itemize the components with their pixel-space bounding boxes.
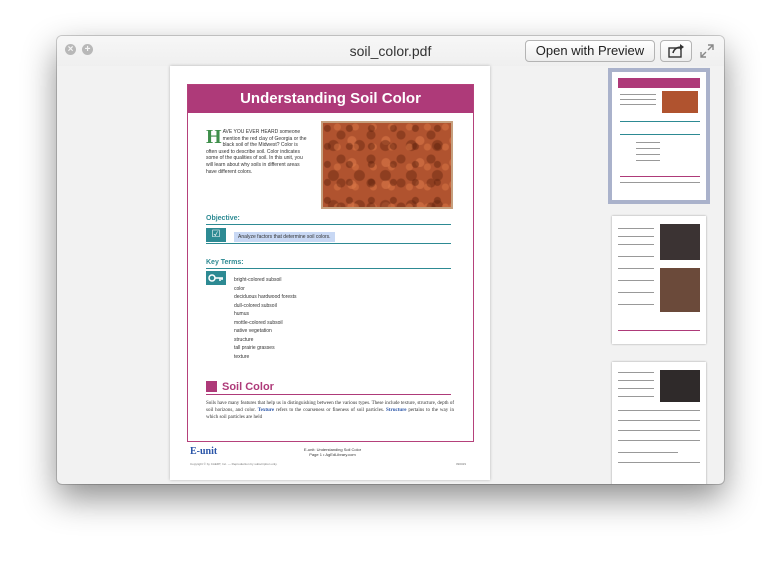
thumb-line <box>618 280 654 281</box>
objective-text-selected[interactable]: Analyze factors that determine soil colo… <box>234 232 335 242</box>
thumb-line <box>618 292 654 293</box>
thumb-line <box>618 268 654 269</box>
page-banner-title: Understanding Soil Color <box>188 85 473 113</box>
thumb-line <box>618 228 654 229</box>
key-term: texture <box>234 353 250 360</box>
objective-heading: Objective: <box>206 215 240 222</box>
page-thumbnail-2[interactable] <box>612 216 706 344</box>
footer-code: 090029 <box>456 462 467 466</box>
thumb-line <box>618 452 678 453</box>
thumb-line <box>636 154 660 155</box>
intro-paragraph: H AVE YOU EVER HEARD someone mention the … <box>206 126 310 175</box>
thumb-photo <box>662 91 698 113</box>
key-term: dull-colored subsoil <box>234 302 277 309</box>
soil-color-heading: Soil Color <box>206 381 274 393</box>
thumbnail-sidebar <box>604 66 714 484</box>
thumb-line <box>620 104 656 105</box>
key-terms-heading: Key Terms: <box>206 259 244 266</box>
objective-rule <box>206 224 451 225</box>
thumb-line <box>618 236 654 237</box>
key-icon <box>206 271 226 285</box>
key-shape <box>208 274 223 282</box>
thumb-line <box>620 94 656 95</box>
open-with-preview-button[interactable]: Open with Preview <box>525 40 655 62</box>
expand-icon[interactable] <box>699 43 715 59</box>
thumb-line <box>618 420 700 421</box>
thumb-line <box>620 182 700 183</box>
key-term: deciduous hardwood forests <box>234 294 297 300</box>
key-term: native vegetation <box>234 328 272 334</box>
thumb-rule <box>620 121 700 122</box>
thumb-line <box>618 372 654 373</box>
body-term-structure: Structure <box>386 408 407 413</box>
soil-color-heading-text: Soil Color <box>222 381 274 393</box>
thumb-line <box>618 256 654 257</box>
thumb-line <box>618 388 654 389</box>
page-thumbnail-1[interactable] <box>608 68 710 204</box>
key-term: tall prairie grasses <box>234 345 275 351</box>
key-terms-rule <box>206 268 451 269</box>
page-frame: Understanding Soil Color H AVE YOU EVER H… <box>187 84 474 442</box>
thumb-photo <box>660 224 700 260</box>
thumb-line <box>618 304 654 305</box>
heading-square <box>206 381 217 392</box>
body-term-texture: Texture <box>257 408 275 413</box>
title-bar: × + soil_color.pdf Open with Preview <box>57 36 724 66</box>
pdf-page-1[interactable]: Understanding Soil Color H AVE YOU EVER H… <box>170 66 490 480</box>
footer-line: Page 1 • AgEdLibrary.com <box>309 452 356 457</box>
thumb-line <box>618 410 700 411</box>
page-thumbnail-3[interactable] <box>612 362 706 484</box>
soil-color-rule <box>206 394 451 395</box>
objective-bottom-rule <box>206 243 451 244</box>
soil-photo <box>321 121 453 209</box>
thumb-rule <box>620 176 700 177</box>
drop-cap: H <box>206 126 222 148</box>
share-icon <box>668 44 684 58</box>
body-paragraph: Soils have many features that help us in… <box>206 400 454 421</box>
thumb-line <box>618 462 700 463</box>
thumb-line <box>618 380 654 381</box>
key-term: color <box>234 285 245 292</box>
thumb-rule <box>620 134 700 135</box>
thumb-banner <box>618 78 700 88</box>
thumb-line <box>636 160 660 161</box>
thumb-rule <box>618 330 700 331</box>
body-text: refers to the coarseness or fineness of … <box>276 408 385 413</box>
footer-copyright: Copyright © by CAERT, Inc. — Reproductio… <box>190 462 278 466</box>
key-term: humus <box>234 311 250 317</box>
window-title: soil_color.pdf <box>349 43 432 59</box>
share-button[interactable] <box>660 40 692 62</box>
zoom-button[interactable]: + <box>82 44 93 55</box>
thumb-line <box>620 99 656 100</box>
checkbox-icon: ☑ <box>206 228 226 242</box>
key-term: bright-colored subsoil <box>234 277 282 283</box>
thumb-line <box>636 142 660 143</box>
thumb-photo <box>660 268 700 312</box>
thumb-line <box>618 396 654 397</box>
quicklook-window: × + soil_color.pdf Open with Preview Und… <box>57 36 724 484</box>
thumb-line <box>618 430 700 431</box>
footer-info: E-unit: Understanding Soil Color Page 1 … <box>290 447 375 457</box>
close-button[interactable]: × <box>65 44 76 55</box>
key-term: mottle-colored subsoil <box>234 319 283 326</box>
footer-logo: E-unit <box>190 446 218 457</box>
key-term: structure <box>234 336 254 343</box>
thumb-line <box>636 148 660 149</box>
thumb-line <box>618 440 700 441</box>
thumb-photo <box>660 370 700 402</box>
thumb-line <box>618 244 654 245</box>
